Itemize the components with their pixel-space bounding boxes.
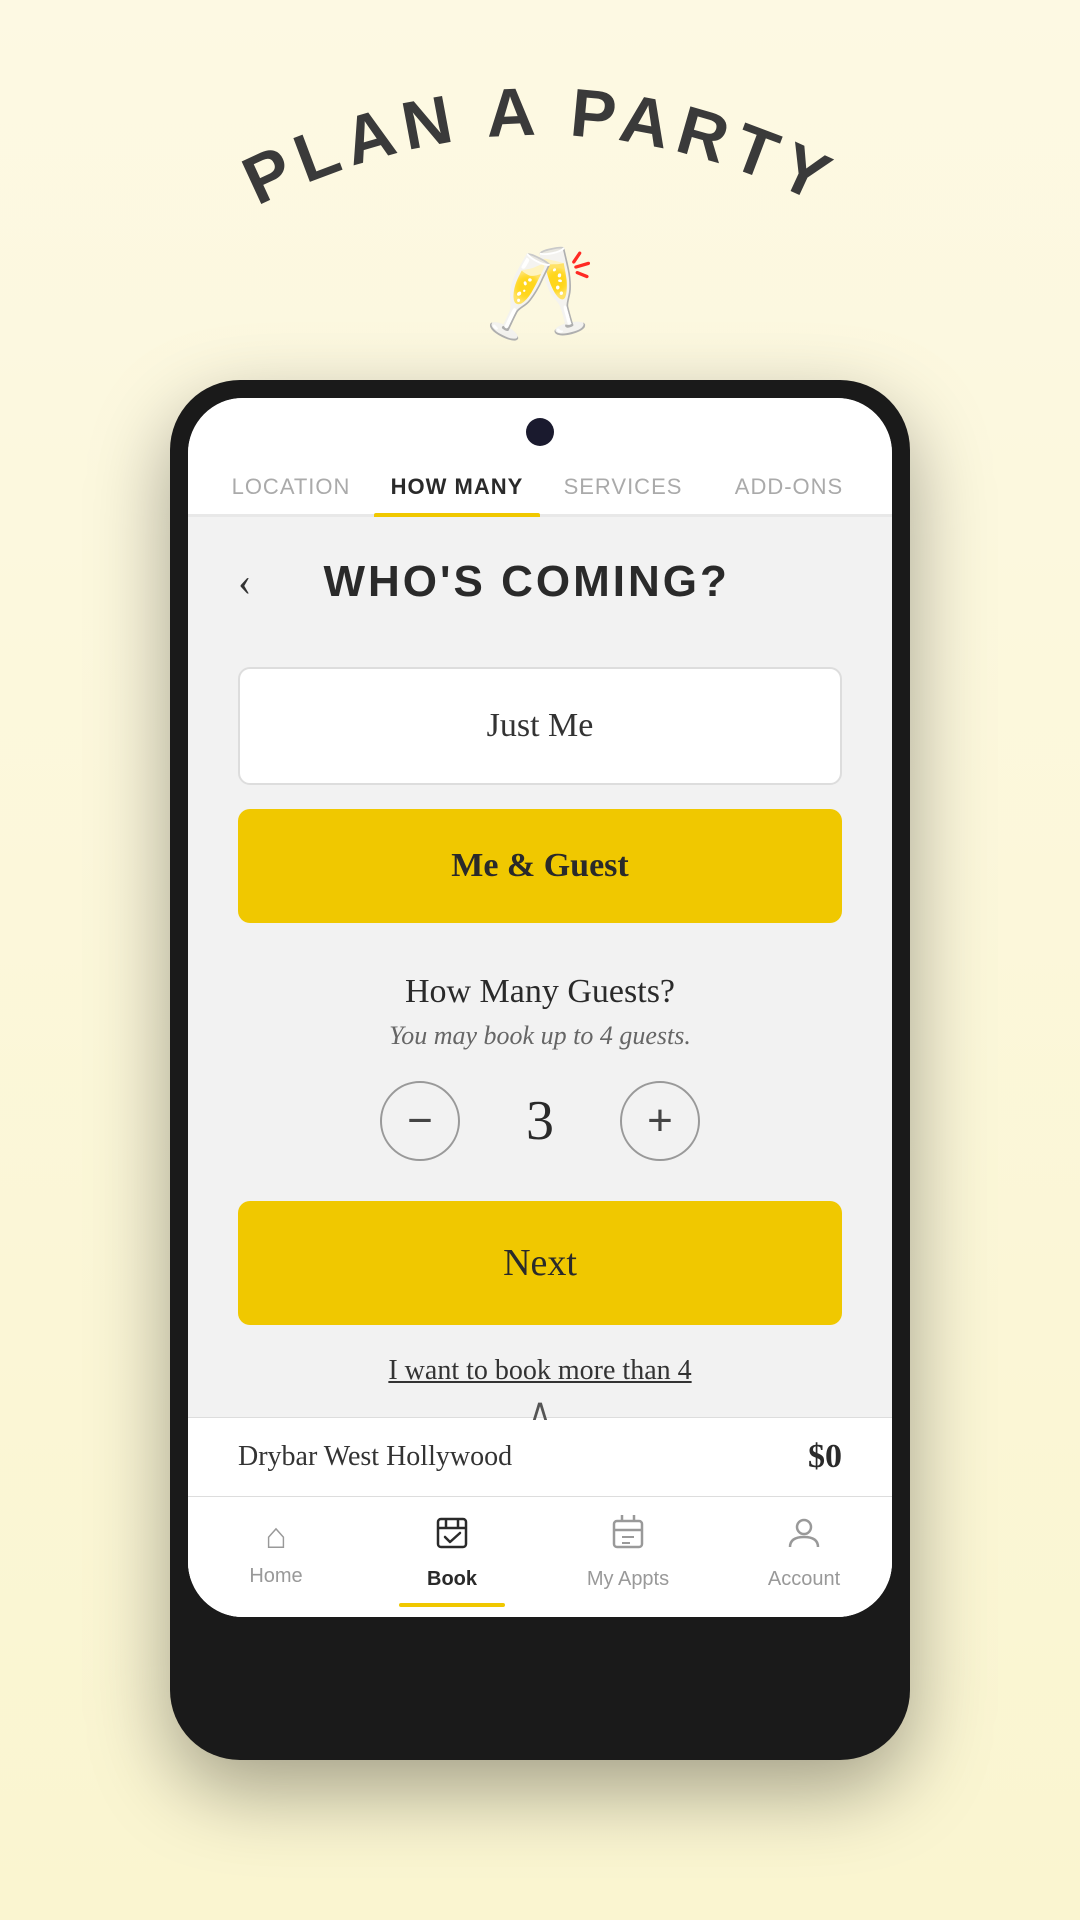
tab-location[interactable]: LOCATION (208, 456, 374, 514)
me-and-guest-button[interactable]: Me & Guest (238, 809, 842, 923)
plan-a-party-title: PLAN A PARTY (232, 80, 849, 219)
page-title: WHO'S COMING? (251, 557, 842, 607)
increment-button[interactable]: + (620, 1081, 700, 1161)
nav-item-my-appts[interactable]: My Appts (540, 1515, 716, 1607)
nav-item-book[interactable]: Book (364, 1515, 540, 1607)
bottom-summary-bar: ∧ Drybar West Hollywood $0 (188, 1417, 892, 1496)
my-appts-icon (610, 1515, 646, 1560)
guest-limit-subtitle: You may book up to 4 guests. (389, 1021, 691, 1051)
nav-label-home: Home (249, 1565, 302, 1588)
guest-section: How Many Guests? You may book up to 4 gu… (188, 943, 892, 1181)
back-button[interactable]: ‹ (238, 562, 251, 602)
bottom-summary-wrapper: ∧ Drybar West Hollywood $0 (188, 1417, 892, 1496)
nav-label-my-appts: My Appts (587, 1568, 669, 1591)
champagne-glasses-icon: 🥂 (484, 250, 596, 340)
home-icon: ⌂ (265, 1515, 287, 1557)
more-than-4-link[interactable]: I want to book more than 4 (388, 1355, 691, 1386)
nav-item-home[interactable]: ⌂ Home (188, 1515, 364, 1607)
screen-content: ‹ WHO'S COMING? Just Me Me & Guest How M… (188, 517, 892, 1617)
guest-count-value: 3 (510, 1089, 570, 1153)
decrement-button[interactable]: − (380, 1081, 460, 1161)
next-button[interactable]: Next (238, 1201, 842, 1325)
nav-item-account[interactable]: Account (716, 1515, 892, 1607)
options-section: Just Me Me & Guest (188, 637, 892, 943)
price-display: $0 (808, 1438, 842, 1476)
nav-active-underline (399, 1603, 505, 1607)
tab-how-many[interactable]: HOW MANY (374, 456, 540, 514)
tab-add-ons[interactable]: ADD-ONS (706, 456, 872, 514)
location-name: Drybar West Hollywood (238, 1441, 512, 1473)
book-icon (434, 1515, 470, 1560)
nav-label-book: Book (427, 1568, 477, 1591)
just-me-button[interactable]: Just Me (238, 667, 842, 785)
camera-dot (526, 418, 554, 446)
nav-bar: ⌂ Home Book (188, 1496, 892, 1617)
phone-screen: LOCATION HOW MANY SERVICES ADD-ONS ‹ WHO… (188, 398, 892, 1617)
svg-text:PLAN A PARTY: PLAN A PARTY (232, 80, 849, 219)
top-decorative-area: PLAN A PARTY 🥂 (0, 0, 1080, 380)
tabs-bar: LOCATION HOW MANY SERVICES ADD-ONS (188, 456, 892, 517)
page-header: ‹ WHO'S COMING? (188, 517, 892, 637)
next-btn-wrapper: Next (188, 1181, 892, 1335)
camera-notch (188, 398, 892, 456)
phone-frame: LOCATION HOW MANY SERVICES ADD-ONS ‹ WHO… (170, 380, 910, 1760)
counter-row: − 3 + (380, 1081, 700, 1161)
account-icon (786, 1515, 822, 1560)
arc-title-wrapper: PLAN A PARTY (0, 80, 1080, 240)
expand-arrow-icon[interactable]: ∧ (529, 1393, 551, 1428)
how-many-guests-title: How Many Guests? (405, 973, 675, 1011)
nav-label-account: Account (768, 1568, 840, 1591)
tab-services[interactable]: SERVICES (540, 456, 706, 514)
